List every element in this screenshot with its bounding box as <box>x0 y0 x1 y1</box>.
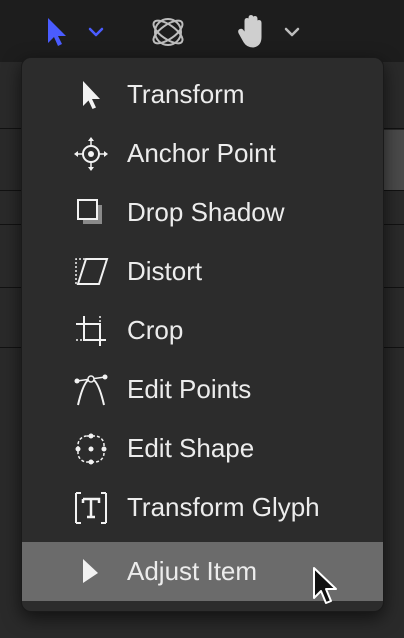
menu-item-label: Crop <box>127 315 184 345</box>
orbit-3d-icon <box>148 12 188 52</box>
menu-item-transform-glyph[interactable]: Transform Glyph <box>22 478 383 537</box>
menu-item-label: Transform Glyph <box>127 492 320 522</box>
chevron-down-icon[interactable] <box>88 26 104 38</box>
edit-shape-icon <box>72 430 110 468</box>
menu-item-crop[interactable]: Crop <box>22 301 383 360</box>
menu-item-label: Distort <box>127 256 203 286</box>
tool-dropdown-menu: Transform Anchor Point Drop Shadow Disto… <box>21 57 384 612</box>
menu-item-label: Adjust Item <box>127 556 258 586</box>
select-arrow-icon <box>44 15 72 49</box>
anchor-point-icon <box>72 135 110 173</box>
chevron-down-icon[interactable] <box>284 26 300 38</box>
transform-arrow-icon <box>72 76 110 114</box>
menu-item-edit-points[interactable]: Edit Points <box>22 360 383 419</box>
menu-item-drop-shadow[interactable]: Drop Shadow <box>22 183 383 242</box>
menu-item-label: Drop Shadow <box>127 197 285 227</box>
orbit-tool-button[interactable] <box>148 10 188 54</box>
menu-item-label: Edit Shape <box>127 433 255 463</box>
drop-shadow-icon <box>72 194 110 232</box>
distort-icon <box>72 253 110 291</box>
menu-item-edit-shape[interactable]: Edit Shape <box>22 419 383 478</box>
crop-icon <box>72 312 110 350</box>
menu-item-label: Edit Points <box>127 374 252 404</box>
menu-item-distort[interactable]: Distort <box>22 242 383 301</box>
adjust-item-icon <box>72 553 110 591</box>
edit-points-icon <box>72 371 110 409</box>
menu-item-label: Anchor Point <box>127 138 276 168</box>
menu-item-label: Transform <box>127 79 245 109</box>
menu-item-transform[interactable]: Transform <box>22 65 383 124</box>
mouse-cursor-icon <box>311 566 341 613</box>
hand-tool-button[interactable] <box>236 10 300 54</box>
menu-item-anchor-point[interactable]: Anchor Point <box>22 124 383 183</box>
transform-glyph-icon <box>72 489 110 527</box>
toolbar <box>0 0 404 62</box>
hand-pan-icon <box>236 13 270 51</box>
select-tool-button[interactable] <box>44 10 104 54</box>
